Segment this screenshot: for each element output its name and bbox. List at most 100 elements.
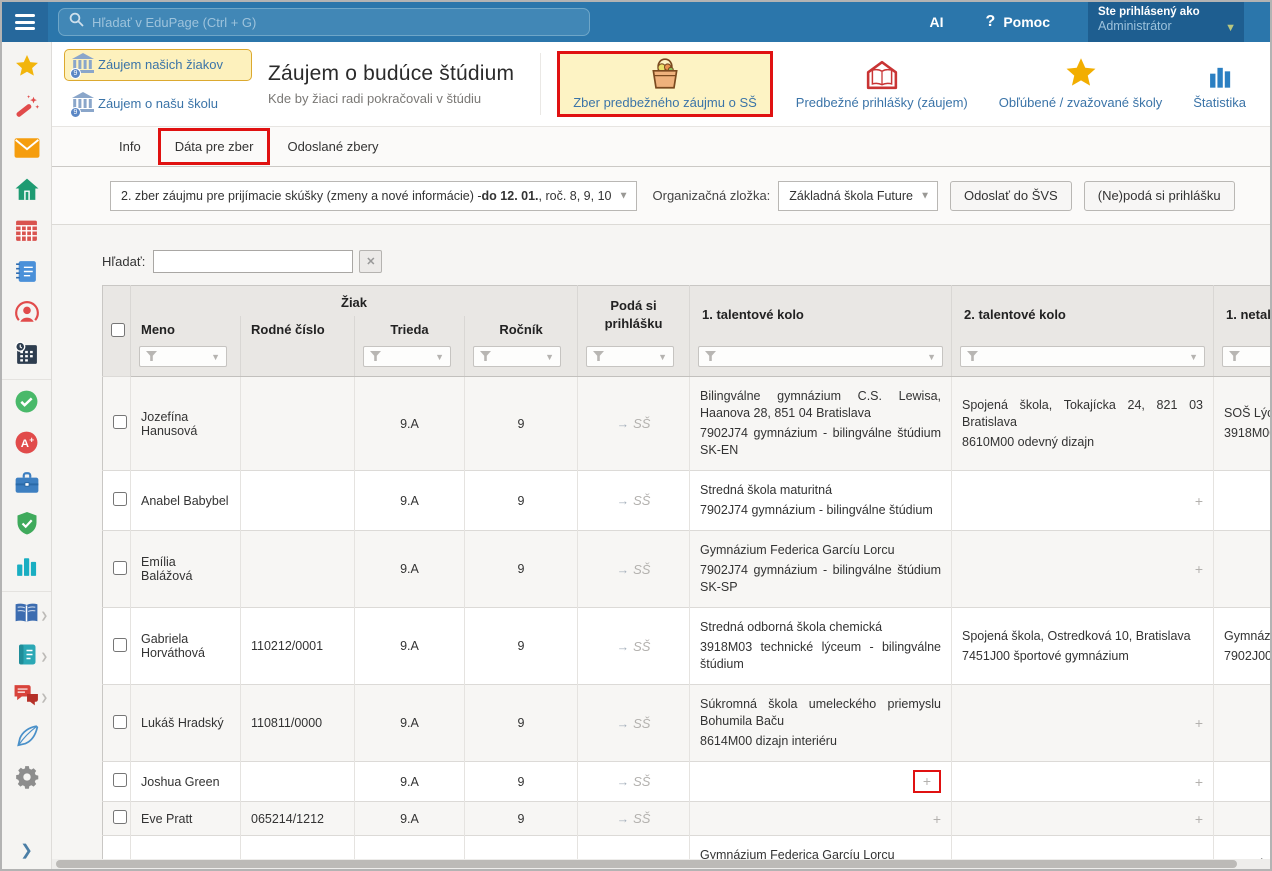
row-checkbox[interactable] [113, 773, 127, 787]
clear-search-button[interactable]: ✕ [359, 250, 382, 273]
round3-cell[interactable]: + [1214, 685, 1270, 762]
year-cell: 9 [465, 802, 578, 836]
sidebar-item-briefcase[interactable] [2, 465, 51, 506]
sidebar-item-calendar[interactable] [2, 212, 51, 253]
round3-cell[interactable]: + [1214, 802, 1270, 836]
sidebar-item-home[interactable] [2, 171, 51, 212]
class-cell: 9.A [355, 377, 465, 471]
select-all-checkbox[interactable] [111, 323, 125, 337]
filter-kolo2[interactable]: ▼ [960, 346, 1205, 367]
round1-cell[interactable]: + [690, 802, 952, 836]
add-school-button[interactable]: + [1195, 774, 1203, 790]
add-school-button[interactable]: + [1195, 715, 1203, 731]
round3-cell[interactable]: + [1214, 471, 1270, 531]
add-school-button[interactable]: + [933, 811, 941, 827]
action-star-big-button[interactable]: Obľúbené / zvažované školy [991, 52, 1171, 116]
nav-zaujem-nasich-ziakov-button[interactable]: 9 Záujem našich žiakov [64, 49, 252, 81]
row-checkbox[interactable] [113, 415, 127, 429]
send-to-svs-button[interactable]: Odoslať do ŠVS [950, 181, 1072, 211]
application-type: SŠ [633, 493, 650, 508]
round2-cell[interactable]: Spojená škola, Tokajícka 24, 821 03 Brat… [952, 377, 1214, 471]
scrollbar-thumb[interactable] [56, 860, 1237, 868]
round2-cell[interactable]: + [952, 685, 1214, 762]
table-search-label: Hľadať: [102, 254, 145, 269]
org-unit-select[interactable]: Základná škola Future ▼ [778, 181, 938, 211]
round2-cell[interactable]: Spojená škola, Ostredková 10, Bratislava… [952, 608, 1214, 685]
table-search-input[interactable] [153, 250, 353, 273]
horizontal-scrollbar[interactable] [52, 859, 1270, 869]
round1-cell[interactable]: Stredná odborná škola chemická3918M03 te… [690, 608, 952, 685]
student-name-cell: Gabriela Horváthová [131, 608, 241, 685]
tab-info[interactable]: Info [102, 128, 158, 165]
sidebar-item-document[interactable]: ❯ [2, 636, 51, 677]
add-school-button[interactable]: + [1195, 811, 1203, 827]
add-school-button[interactable]: + [913, 770, 941, 793]
user-menu[interactable]: Ste prihlásený ako Administrátor ▼ [1088, 2, 1244, 42]
toggle-application-button[interactable]: (Ne)podá si prihlášku [1084, 181, 1235, 211]
sidebar-item-person[interactable] [2, 294, 51, 335]
sidebar-item-bar-chart-teal[interactable] [2, 547, 51, 588]
row-checkbox[interactable] [113, 638, 127, 652]
sidebar-item-mail[interactable] [2, 130, 51, 171]
sidebar-item-star[interactable] [2, 48, 51, 89]
round3-cell[interactable]: + [1214, 531, 1270, 608]
nav-zaujem-o-nasu-skolu-button[interactable]: 9 Záujem o našu školu [64, 88, 252, 120]
filter-kolo3[interactable]: ▼ [1222, 346, 1270, 367]
notebook-icon [14, 259, 39, 289]
round3-cell[interactable]: SOŠ Lýce3918M00 [1214, 377, 1270, 471]
star-big-icon [1063, 58, 1099, 90]
add-school-button[interactable]: + [1195, 561, 1203, 577]
add-school-button[interactable]: + [1195, 493, 1203, 509]
round2-cell[interactable]: + [952, 802, 1214, 836]
sidebar-item-shield-check[interactable] [2, 506, 51, 547]
help-button[interactable]: ? Pomoc [986, 13, 1050, 31]
row-checkbox[interactable] [113, 810, 127, 824]
action-mail-star-button[interactable]: Správy od škôl [1269, 52, 1270, 116]
filter-poda[interactable]: ▼ [586, 346, 674, 367]
round1-cell[interactable]: Súkromná škola umeleckého priemyslu Bohu… [690, 685, 952, 762]
mail-icon [14, 137, 40, 164]
sidebar-item-notebook[interactable] [2, 253, 51, 294]
column-rodne-cislo: Rodné číslo [241, 316, 355, 343]
round2-cell[interactable]: + [952, 471, 1214, 531]
hamburger-menu-icon[interactable] [2, 2, 48, 42]
ai-button[interactable]: AI [930, 14, 944, 30]
funnel-icon [705, 349, 716, 364]
sidebar-item-wand[interactable] [2, 89, 51, 130]
filter-meno[interactable]: ▼ [139, 346, 227, 367]
sidebar-item-pen[interactable] [2, 718, 51, 759]
round1-cell[interactable]: Stredná škola maturitná7902J74 gymnázium… [690, 471, 952, 531]
year-cell: 9 [465, 471, 578, 531]
badge: 9 [70, 107, 81, 118]
library-icon [13, 601, 40, 630]
round1-cell[interactable]: Gymnázium Federica Garcíu Lorcu7902J74 g… [690, 531, 952, 608]
filter-rocnik[interactable]: ▼ [473, 346, 561, 367]
sidebar-item-library[interactable]: ❯ [2, 595, 51, 636]
tab-data-pre-zber[interactable]: Dáta pre zber [158, 128, 271, 165]
sidebar-item-chat[interactable]: ❯ [2, 677, 51, 718]
row-checkbox[interactable] [113, 561, 127, 575]
global-search[interactable] [58, 8, 590, 36]
global-search-input[interactable] [92, 15, 579, 30]
row-checkbox[interactable] [113, 715, 127, 729]
tab-odoslane-zbery[interactable]: Odoslané zbery [270, 128, 395, 165]
round1-cell[interactable]: Bilingválne gymnázium C.S. Lewisa, Haano… [690, 377, 952, 471]
round3-cell[interactable]: + [1214, 762, 1270, 802]
sidebar-item-gear[interactable] [2, 759, 51, 800]
sidebar-item-check-circle[interactable] [2, 383, 51, 424]
filter-trieda[interactable]: ▼ [363, 346, 451, 367]
round2-cell[interactable]: + [952, 762, 1214, 802]
collection-select[interactable]: 2. zber záujmu pre prijímacie skúšky (zm… [110, 181, 637, 211]
filter-kolo1[interactable]: ▼ [698, 346, 943, 367]
sidebar-item-grade-a-plus[interactable]: A+ [2, 424, 51, 465]
action-school-book-button[interactable]: Predbežné prihlášky (záujem) [788, 52, 976, 116]
round3-cell[interactable]: Gymnáziu7902J00 [1214, 608, 1270, 685]
sidebar-expand-button[interactable]: ❯ [20, 841, 33, 859]
class-cell: 9.A [355, 802, 465, 836]
round1-cell[interactable]: + [690, 762, 952, 802]
action-bar-chart-blue-button[interactable]: Štatistika [1185, 52, 1254, 116]
round2-cell[interactable]: + [952, 531, 1214, 608]
sidebar-item-calendar-clock[interactable] [2, 335, 51, 376]
action-basket-button[interactable]: Zber predbežného záujmu o SŠ [557, 51, 773, 117]
row-checkbox[interactable] [113, 492, 127, 506]
